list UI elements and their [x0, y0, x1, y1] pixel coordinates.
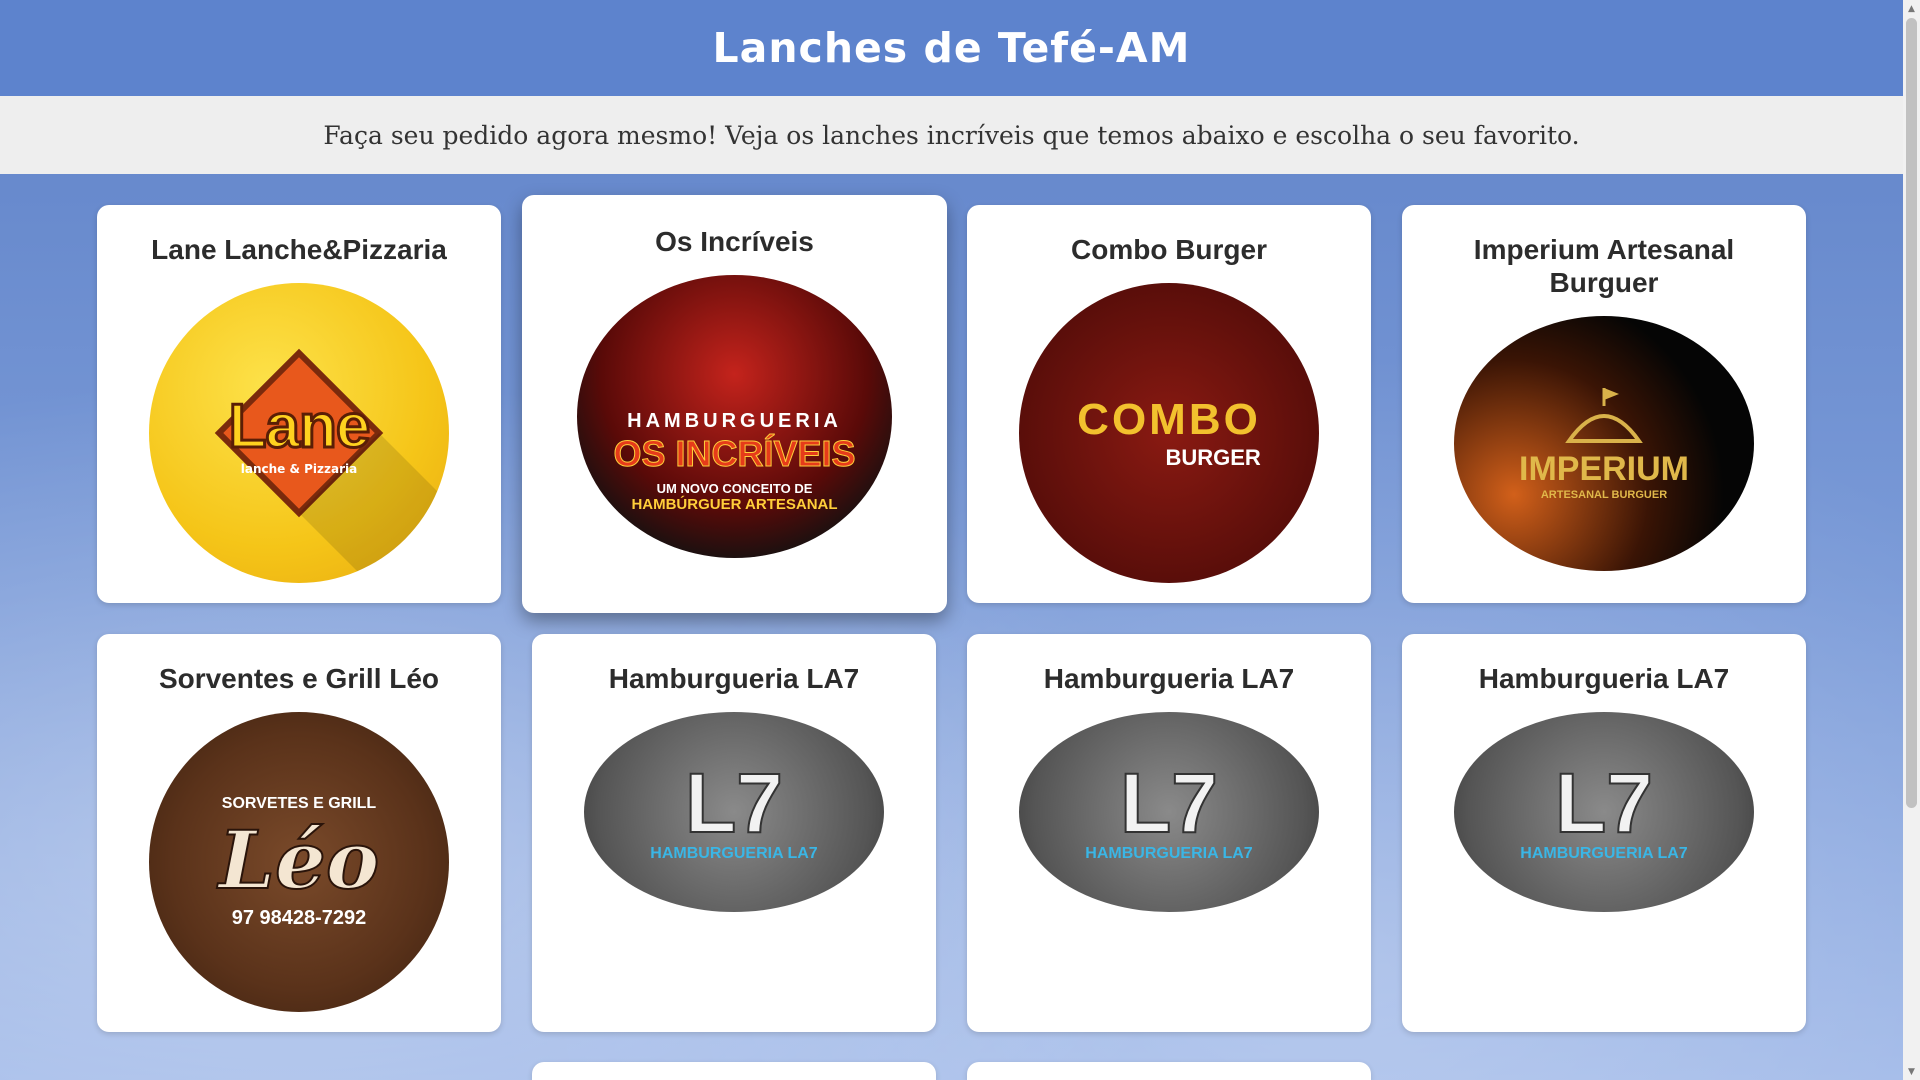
restaurant-name: Imperium Artesanal Burguer [1473, 234, 1735, 298]
vertical-scrollbar[interactable]: ▲ ▼ [1903, 0, 1920, 1080]
page-header: Lanches de Tefé-AM [0, 0, 1903, 96]
logo-subtext: UM NOVO CONCEITO DE [656, 481, 813, 496]
logo-text: Lane [227, 390, 372, 462]
crown-icon [1565, 388, 1643, 443]
scroll-down-icon[interactable]: ▼ [1903, 1063, 1920, 1080]
logo-subtext: BURGER [1165, 445, 1261, 470]
restaurant-card-imperium[interactable]: Imperium Artesanal Burguer IMPERIUM ARTE… [1402, 205, 1806, 603]
logo-subtext: lanche & Pizzaria [240, 461, 358, 476]
logo-text: HAMBURGUERIA [627, 410, 842, 432]
restaurant-card-leo[interactable]: Sorventes e Grill Léo SORVETES E GRILL L… [97, 634, 501, 1032]
restaurant-name: Sorventes e Grill Léo [158, 663, 440, 694]
logo-subtext: HAMBURGUERIA LA7 [1085, 845, 1253, 862]
logo-text: COMBO [1077, 395, 1261, 444]
restaurant-name: Lane Lanche&Pizzaria [151, 234, 447, 265]
restaurant-name: Os Incríveis [655, 226, 814, 257]
restaurant-name: Hamburgueria LA7 [1478, 663, 1730, 694]
logo-text: L7 [1554, 756, 1654, 850]
restaurant-card-la7[interactable]: Hamburgueria LA7 L7 HAMBURGUERIA LA7 [1402, 634, 1806, 1032]
restaurant-card-la7[interactable]: Hamburgueria LA7 L7 HAMBURGUERIA LA7 [532, 634, 936, 1032]
intro-text: Faça seu pedido agora mesmo! Veja os lan… [323, 120, 1580, 150]
restaurant-card-partial[interactable] [532, 1062, 936, 1080]
intro-banner: Faça seu pedido agora mesmo! Veja os lan… [0, 96, 1903, 174]
restaurant-card-combo-burger[interactable]: Combo Burger COMBO BURGER [967, 205, 1371, 603]
logo-subtext: HAMBURGUERIA LA7 [650, 845, 818, 862]
restaurant-name: Combo Burger [1071, 234, 1267, 265]
logo-text: L7 [1119, 756, 1219, 850]
logo-subtext: SORVETES E GRILL [221, 794, 377, 812]
logo-text: Léo [218, 812, 381, 908]
restaurant-logo[interactable]: L7 HAMBURGUERIA LA7 [1454, 712, 1754, 912]
logo-big-text: OS INCRÍVEIS [613, 433, 856, 475]
page-title: Lanches de Tefé-AM [712, 24, 1191, 72]
restaurant-logo[interactable]: HAMBURGUERIA OS INCRÍVEIS UM NOVO CONCEI… [577, 275, 892, 558]
logo-subtext-2: HAMBÚRGUER ARTESANAL [631, 496, 838, 513]
restaurant-card-la7[interactable]: Hamburgueria LA7 L7 HAMBURGUERIA LA7 [967, 634, 1371, 1032]
scroll-up-icon[interactable]: ▲ [1903, 0, 1920, 17]
restaurant-logo[interactable]: Lane lanche & Pizzaria [149, 283, 449, 583]
logo-subtext: ARTESANAL BURGUER [1540, 489, 1668, 501]
restaurant-logo[interactable]: L7 HAMBURGUERIA LA7 [1019, 712, 1319, 912]
restaurant-logo[interactable]: SORVETES E GRILL Léo 97 98428-7292 [149, 712, 449, 1012]
restaurant-logo[interactable]: IMPERIUM ARTESANAL BURGUER [1454, 316, 1754, 571]
restaurant-card-lane[interactable]: Lane Lanche&Pizzaria Lane lanche & Pizza… [97, 205, 501, 603]
restaurant-name: Hamburgueria LA7 [608, 663, 860, 694]
restaurant-card-os-incriveis[interactable]: Os Incríveis HAMBURGUERIA OS INCRÍVEIS U… [522, 195, 947, 613]
logo-text: IMPERIUM [1519, 450, 1689, 488]
logo-phone: 97 98428-7292 [231, 906, 367, 929]
restaurant-card-partial[interactable] [967, 1062, 1371, 1080]
restaurant-name: Hamburgueria LA7 [1043, 663, 1295, 694]
logo-subtext: HAMBURGUERIA LA7 [1520, 845, 1688, 862]
logo-text: L7 [684, 756, 784, 850]
scrollbar-thumb[interactable] [1906, 18, 1917, 808]
restaurant-logo[interactable]: L7 HAMBURGUERIA LA7 [584, 712, 884, 912]
restaurant-logo[interactable]: COMBO BURGER [1019, 283, 1319, 583]
